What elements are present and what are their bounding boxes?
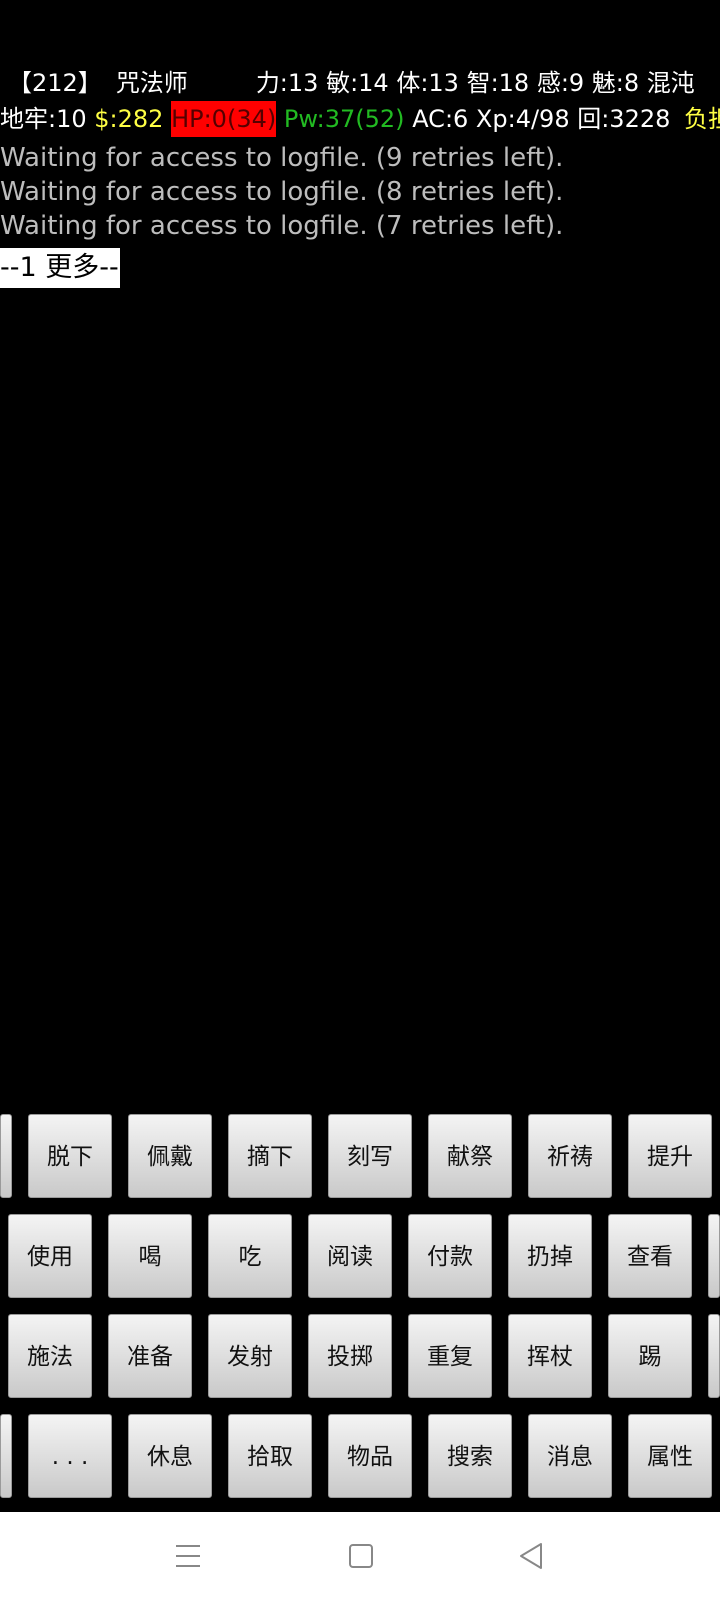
key-look[interactable]: 查看 — [608, 1214, 692, 1298]
message-line: Waiting for access to logfile. (8 retrie… — [0, 177, 564, 207]
key-engrave[interactable]: 刻写 — [328, 1114, 412, 1198]
gold-counter: $:282 — [94, 105, 164, 133]
key-search[interactable]: 搜索 — [428, 1414, 512, 1498]
key-throw[interactable]: 投掷 — [308, 1314, 392, 1398]
key-quiver[interactable]: 准备 — [108, 1314, 192, 1398]
key-attributes[interactable]: 属性 — [628, 1414, 712, 1498]
key-offer[interactable]: 献祭 — [428, 1114, 512, 1198]
key-messages[interactable]: 消息 — [528, 1414, 612, 1498]
status-line-1: 【212】 咒法师 力:13 敏:14 体:13 智:18 感:9 魅:8 混沌 — [0, 65, 720, 101]
command-row-1: 脱下 佩戴 摘下 刻写 献祭 祈祷 提升 — [0, 1114, 720, 1198]
menu-icon[interactable] — [168, 1538, 208, 1574]
key-offscreen-left[interactable] — [0, 1114, 12, 1198]
message-line: Waiting for access to logfile. (7 retrie… — [0, 211, 564, 241]
key-offscreen-right[interactable] — [708, 1214, 720, 1298]
pw-counter: Pw:37(52) — [283, 105, 405, 133]
attributes-label: 力:13 敏:14 体:13 智:18 感:9 魅:8 混沌 — [255, 69, 695, 97]
key-read[interactable]: 阅读 — [308, 1214, 392, 1298]
level-tag: 【212】 — [8, 69, 102, 97]
key-pickup[interactable]: 拾取 — [228, 1414, 312, 1498]
key-pray[interactable]: 祈祷 — [528, 1114, 612, 1198]
command-row-2: 使用 喝 吃 阅读 付款 扔掉 查看 — [0, 1214, 720, 1298]
key-offscreen-left[interactable] — [0, 1414, 12, 1498]
key-enhance[interactable]: 提升 — [628, 1114, 712, 1198]
key-quaff[interactable]: 喝 — [108, 1214, 192, 1298]
key-inventory[interactable]: 物品 — [328, 1414, 412, 1498]
message-line: Waiting for access to logfile. (9 retrie… — [0, 143, 564, 173]
key-repeat[interactable]: 重复 — [408, 1314, 492, 1398]
system-nav-bar — [0, 1512, 720, 1600]
key-rest[interactable]: 休息 — [128, 1414, 212, 1498]
key-cast[interactable]: 施法 — [8, 1314, 92, 1398]
key-offscreen-right[interactable] — [708, 1314, 720, 1398]
stats-label: AC:6 Xp:4/98 回:3228 — [412, 105, 671, 133]
home-icon[interactable] — [340, 1538, 380, 1574]
more-prompt[interactable]: --1 更多-- — [0, 248, 120, 288]
key-eat[interactable]: 吃 — [208, 1214, 292, 1298]
status-line-2: 地牢:10 $:282 HP:0(34) Pw:37(52) AC:6 Xp:4… — [0, 101, 720, 137]
dungeon-level: 地牢:10 — [0, 105, 87, 133]
key-wear[interactable]: 佩戴 — [128, 1114, 212, 1198]
role-label: 咒法师 — [115, 69, 188, 97]
key-kick[interactable]: 踢 — [608, 1314, 692, 1398]
key-pay[interactable]: 付款 — [408, 1214, 492, 1298]
burden-status: 负担 — [684, 105, 720, 133]
command-row-3: 施法 准备 发射 投掷 重复 挥杖 踢 — [0, 1314, 720, 1398]
hp-counter: HP:0(34) — [171, 101, 277, 137]
key-more-commands[interactable]: . . . — [28, 1414, 112, 1498]
game-screen[interactable]: 【212】 咒法师 力:13 敏:14 体:13 智:18 感:9 魅:8 混沌 地… — [0, 0, 720, 1600]
back-icon[interactable] — [512, 1538, 552, 1574]
key-drop[interactable]: 扔掉 — [508, 1214, 592, 1298]
key-zap[interactable]: 挥杖 — [508, 1314, 592, 1398]
key-remove[interactable]: 摘下 — [228, 1114, 312, 1198]
key-take-off[interactable]: 脱下 — [28, 1114, 112, 1198]
key-fire[interactable]: 发射 — [208, 1314, 292, 1398]
command-row-4: . . . 休息 拾取 物品 搜索 消息 属性 — [0, 1414, 720, 1498]
key-apply[interactable]: 使用 — [8, 1214, 92, 1298]
